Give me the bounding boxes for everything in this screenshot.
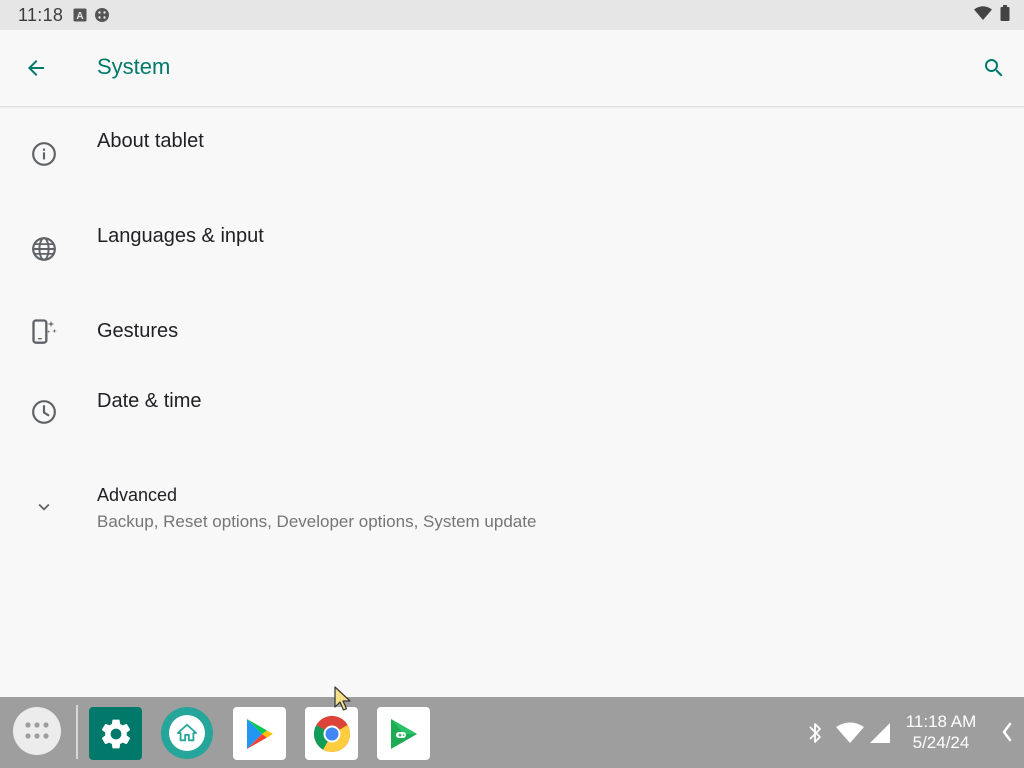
taskbar-expand-button[interactable] (1000, 721, 1014, 748)
gear-icon (101, 719, 130, 748)
all-apps-button[interactable] (13, 707, 61, 755)
settings-item-about-tablet[interactable]: About tablet (0, 110, 1024, 200)
taskbar-clock[interactable]: 11:18 AM 5/24/24 (896, 711, 986, 753)
wifi-icon (836, 722, 864, 743)
play-games-icon (390, 718, 417, 749)
settings-item-title: About tablet (97, 130, 204, 152)
system-tray (806, 697, 892, 768)
info-icon (30, 140, 58, 168)
globe-icon (30, 235, 58, 263)
settings-item-gestures[interactable]: Gestures (0, 300, 1024, 370)
taskbar-app-chrome[interactable] (305, 707, 358, 760)
settings-item-languages-input[interactable]: Languages & input (0, 205, 1024, 295)
clock-date: 5/24/24 (912, 733, 970, 752)
arrow-back-icon (28, 60, 44, 76)
dot-grid-icon (95, 8, 110, 22)
taskbar-divider (76, 705, 78, 759)
svg-text:A: A (77, 11, 84, 22)
status-bar: 11:18 A (0, 0, 1024, 30)
home-icon (176, 723, 198, 742)
settings-item-date-time[interactable]: Date & time (0, 370, 1024, 460)
gesture-phone-icon (30, 317, 58, 345)
chevron-down-icon (30, 493, 58, 521)
wifi-icon (974, 5, 992, 25)
home-badge (169, 715, 205, 751)
dot-grid-icon (25, 722, 49, 739)
chevron-left-icon (1002, 722, 1012, 742)
bluetooth-icon (809, 722, 821, 743)
search-button[interactable] (978, 52, 1010, 84)
taskbar-app-play-store[interactable] (233, 707, 286, 760)
page-title: System (97, 54, 171, 79)
settings-item-title: Advanced (97, 485, 178, 505)
settings-item-title: Date & time (97, 390, 202, 412)
chrome-icon (313, 715, 350, 752)
app-bar: System (0, 30, 1024, 107)
battery-icon (1000, 4, 1010, 26)
taskbar-app-settings[interactable] (89, 707, 142, 760)
settings-item-advanced[interactable]: Advanced Backup, Reset options, Develope… (0, 465, 1024, 555)
settings-item-title: Languages & input (97, 225, 264, 247)
clock-time: 11:18 AM (905, 712, 977, 731)
taskbar-app-play-games[interactable] (377, 707, 430, 760)
play-store-icon (246, 718, 273, 749)
back-button[interactable] (20, 52, 52, 84)
status-time: 11:18 (18, 4, 64, 25)
a-box-icon: A (73, 8, 87, 22)
signal-icon (870, 722, 890, 743)
clock-icon (30, 398, 58, 426)
settings-item-subtitle: Backup, Reset options, Developer options… (97, 512, 537, 531)
search-icon (985, 59, 1003, 77)
taskbar: 11:18 AM 5/24/24 (0, 697, 1024, 768)
settings-item-title: Gestures (97, 320, 179, 342)
taskbar-app-home[interactable] (161, 707, 213, 759)
